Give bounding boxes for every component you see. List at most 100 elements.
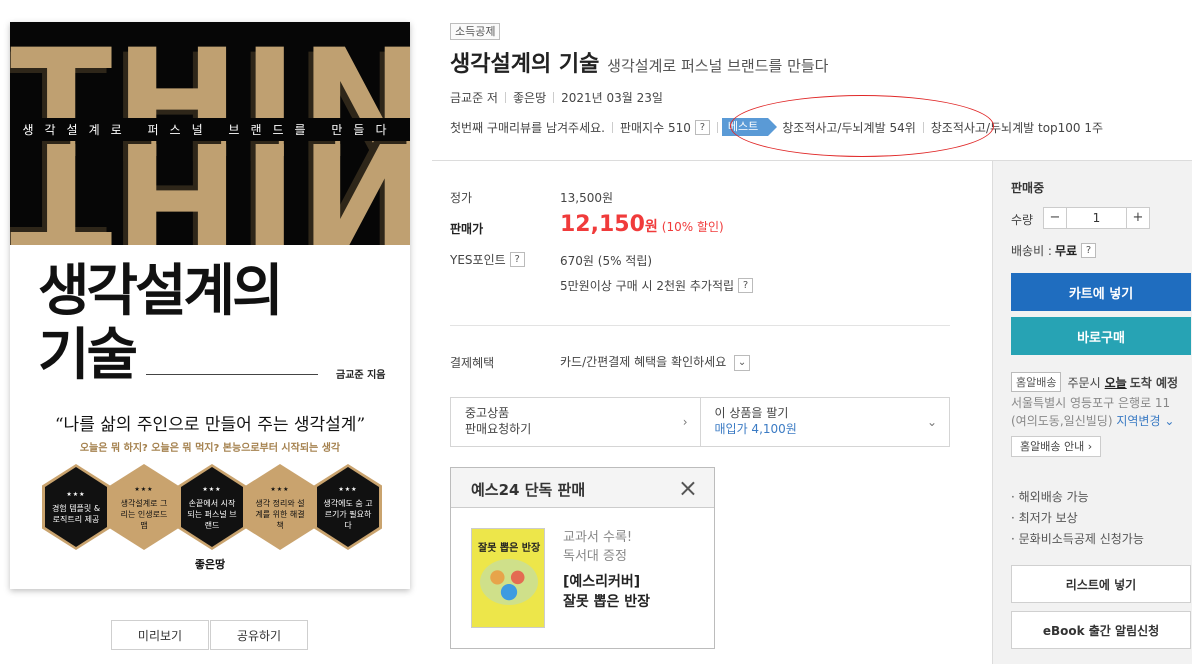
- product-title-row: 생각설계의 기술 생각설계로 퍼스널 브랜드를 만들다: [450, 46, 828, 78]
- delivery-address: 서울특별시 영등포구 은행로 11 (여의도동,일신빌딩) 지역변경 ⌄: [1011, 394, 1192, 430]
- used-left-line1: 중고상품: [465, 406, 510, 420]
- purchase-panel: 판매중 수량 − 1 + 배송비 : 무료 ? 카트에 넣기 바로구매 홈알배송…: [992, 161, 1192, 664]
- quantity-input[interactable]: 1: [1066, 208, 1127, 228]
- author-link[interactable]: 금교준 저: [450, 91, 498, 105]
- cover-hexagon: ★★★ 생각에도 숨 고르기가 필요하다: [314, 464, 382, 550]
- sales-index: 판매지수 510: [619, 120, 691, 135]
- exclusive-title: 예스24 단독 판매: [471, 481, 586, 499]
- delivery-pre: 주문시: [1067, 375, 1101, 390]
- extra-points-row: 5만원이상 구매 시 2천원 추가적립 ?: [560, 277, 754, 294]
- points-label-row: YES포인트 ?: [450, 251, 525, 268]
- points-label: YES포인트: [450, 253, 506, 267]
- buy-now-button[interactable]: 바로구매: [1011, 317, 1191, 355]
- cover-divider: [146, 374, 318, 375]
- hex-stars: ★★★: [338, 485, 358, 493]
- delivery-post: 도착 예정: [1129, 375, 1179, 390]
- shipping-value: 무료: [1054, 244, 1078, 258]
- price-divider: [450, 325, 950, 326]
- used-product-box: 중고상품 판매요청하기 › 이 상품을 팔기 매입가 4,100원 ⌄: [450, 397, 950, 447]
- add-to-cart-button[interactable]: 카트에 넣기: [1011, 273, 1191, 311]
- best-rank-link[interactable]: 창조적사고/두뇌계발 54위: [782, 119, 916, 136]
- exclusive-book-illustration: [480, 559, 538, 605]
- sale-status: 판매중: [1011, 181, 1045, 195]
- exclusive-sub-line1: 교과서 수록!: [563, 530, 633, 545]
- top100-link[interactable]: 창조적사고/두뇌계발 top100 1주: [931, 119, 1103, 136]
- exclusive-book-cover-title: 잘못 뽑은 반장: [478, 543, 541, 554]
- extra-points-help-icon[interactable]: ?: [738, 278, 754, 293]
- exclusive-sub-line2: 독서대 증정: [563, 549, 627, 564]
- points-value: 670원 (5% 적립): [560, 254, 653, 268]
- income-deduction-badge: 소득공제: [450, 23, 501, 40]
- hex-text: 생각 정리와 설계를 위한 해결책: [255, 498, 305, 530]
- cover-title: 생각설계의 기술: [38, 259, 284, 388]
- cover-subtitle: 생각설계로 퍼스널 브랜드를 만들다: [10, 118, 410, 141]
- cover-title-line1: 생각설계의: [38, 259, 284, 324]
- delivery-tag: 홈알배송: [1011, 372, 1062, 392]
- publisher-link[interactable]: 좋은땅: [513, 91, 546, 105]
- close-icon[interactable]: ×: [678, 474, 698, 502]
- divider: [553, 92, 555, 103]
- cover-top-band: THINK THINK 생각설계로 퍼스널 브랜드를 만들다: [10, 22, 410, 245]
- change-region-link[interactable]: 지역변경: [1116, 414, 1160, 428]
- publish-date: 2021년 03월 23일: [561, 91, 663, 105]
- exclusive-title-line2: 잘못 뽑은 반장: [563, 594, 651, 610]
- review-prompt-link[interactable]: 첫번째 구매리뷰를 남겨주세요.: [450, 119, 605, 136]
- best-seller-tag: 베스트: [721, 118, 778, 136]
- exclusive-header: 예스24 단독 판매 ×: [451, 468, 714, 508]
- address-line1: 서울특별시 영등포구 은행로 11: [1011, 396, 1171, 410]
- points-help-icon[interactable]: ?: [509, 252, 525, 267]
- divider: [922, 121, 924, 133]
- product-stats: 첫번째 구매리뷰를 남겨주세요. 판매지수 510 ? 베스트 창조적사고/두뇌…: [450, 118, 1103, 136]
- product-subtitle: 생각설계로 퍼스널 브랜드를 만들다: [607, 57, 829, 75]
- hex-stars: ★★★: [270, 485, 290, 493]
- quantity-minus-button[interactable]: −: [1044, 208, 1066, 228]
- sale-price-value: 12,150: [560, 212, 645, 237]
- publisher-logo: 좋은땅: [194, 558, 226, 571]
- divider: [504, 92, 506, 103]
- share-button[interactable]: 공유하기: [210, 620, 308, 650]
- shipping-help-icon[interactable]: ?: [1081, 243, 1097, 258]
- sale-price-label: 판매가: [450, 222, 484, 236]
- note-overseas: · 해외배송 가능: [1011, 490, 1089, 504]
- shipping-fee: 배송비 : 무료 ?: [1011, 242, 1097, 259]
- divider: [716, 121, 718, 133]
- add-to-list-button[interactable]: 리스트에 넣기: [1011, 565, 1191, 603]
- cover-hexagons: ★★★ 경험 템플릿 &로직트리 제공 ★★★ 생각설계로 그리는 인생로드맵 ★★…: [42, 464, 382, 554]
- buyback-price: 매입가 4,100원: [714, 422, 797, 436]
- payment-benefit: 카드/간편결제 혜택을 확인하세요 ⌄: [560, 353, 751, 371]
- chevron-right-icon: ›: [1087, 440, 1093, 453]
- ebook-notify-button[interactable]: eBook 출간 알림신청: [1011, 611, 1191, 649]
- preview-button[interactable]: 미리보기: [111, 620, 209, 650]
- used-right-line1: 이 상품을 팔기: [714, 406, 789, 420]
- cover-title-line2: 기술: [38, 323, 138, 388]
- sell-this-item-button[interactable]: 이 상품을 팔기 매입가 4,100원 ⌄: [699, 398, 950, 446]
- used-left-line2: 판매요청하기: [465, 422, 532, 436]
- exclusive-book-title-link[interactable]: [예스리커버] 잘못 뽑은 반장: [563, 572, 650, 612]
- exclusive-sale-box: 예스24 단독 판매 × 잘못 뽑은 반장 교과서 수록! 독서대 증정 [예스…: [450, 467, 715, 649]
- book-cover-image[interactable]: THINK THINK 생각설계로 퍼스널 브랜드를 만들다 생각설계의 기술 …: [10, 22, 410, 589]
- hex-stars: ★★★: [202, 485, 222, 493]
- chevron-down-icon[interactable]: ⌄: [734, 354, 751, 371]
- note-culture-deduction: · 문화비소득공제 신청가능: [1011, 532, 1144, 546]
- cover-tagline: 오늘은 뭐 하지? 오늘은 뭐 먹지? 본능으로부터 시작되는 생각: [79, 443, 341, 454]
- delivery-guide-button[interactable]: 홈알배송 안내 ›: [1011, 436, 1102, 457]
- exclusive-book-image[interactable]: 잘못 뽑은 반장: [471, 528, 545, 628]
- cover-hexagon: ★★★ 생각 정리와 설계를 위한 해결책: [246, 464, 314, 550]
- sales-index-help-icon[interactable]: ?: [694, 119, 710, 135]
- chevron-down-icon: ⌄: [1160, 414, 1175, 428]
- note-lowest-price: · 최저가 보상: [1011, 511, 1078, 525]
- used-sale-request-button[interactable]: 중고상품 판매요청하기 ›: [451, 398, 700, 446]
- quantity-plus-button[interactable]: +: [1127, 208, 1149, 228]
- sale-price-unit: 원: [644, 219, 658, 235]
- extra-points: 5만원이상 구매 시 2천원 추가적립: [560, 279, 735, 293]
- address-line2: (여의도동,일신빌딩): [1011, 414, 1113, 428]
- hex-text: 경험 템플릿 &로직트리 제공: [51, 504, 101, 524]
- cover-author: 금교준 지음: [336, 370, 386, 381]
- discount-rate: (10% 할인): [661, 220, 724, 234]
- exclusive-title-line1: [예스리커버]: [563, 574, 641, 590]
- delivery-estimate: 홈알배송 주문시 오늘 도착 예정: [1011, 372, 1178, 392]
- cover-hexagon: ★★★ 손끝에서 시작되는 퍼스널 브랜드: [178, 464, 246, 550]
- quantity-stepper: − 1 +: [1043, 207, 1150, 229]
- list-price-label: 정가: [450, 191, 473, 205]
- payment-benefit-label: 결제혜택: [450, 356, 495, 370]
